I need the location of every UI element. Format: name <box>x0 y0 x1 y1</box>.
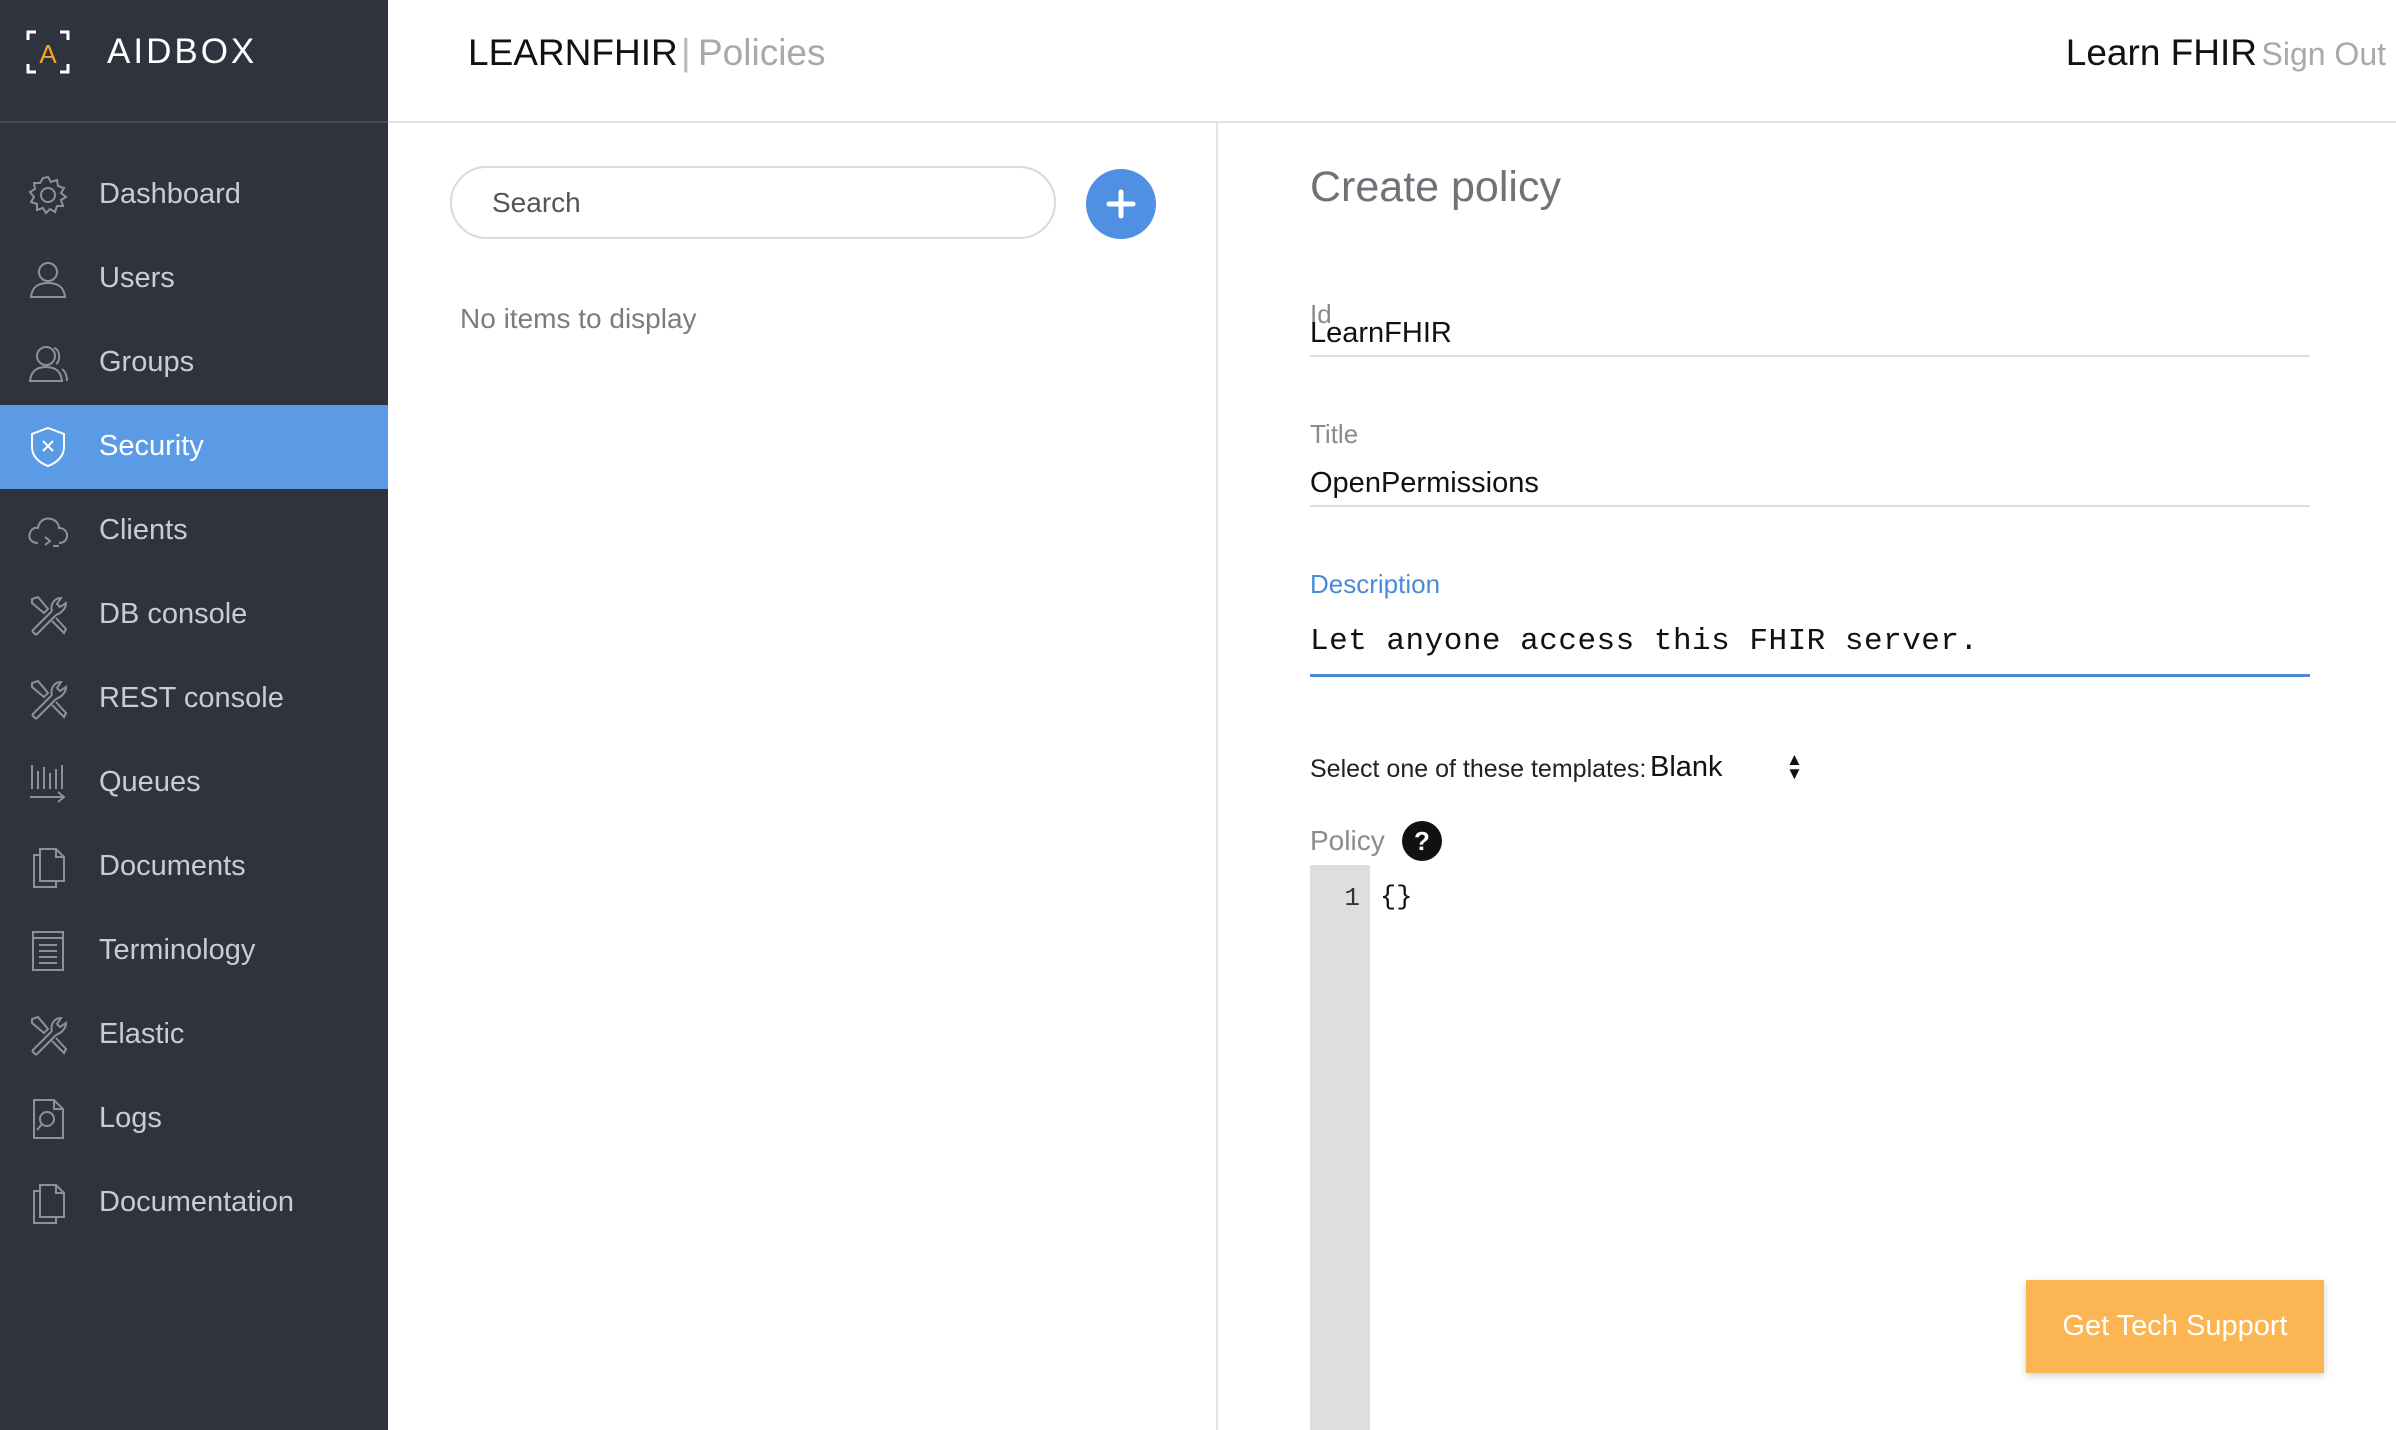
sidebar-item-users[interactable]: Users <box>0 237 388 321</box>
id-field[interactable] <box>1310 311 2310 357</box>
search-input[interactable] <box>450 166 1056 239</box>
brand-name: AIDBOX <box>107 32 258 71</box>
title-label: Title <box>1310 419 1359 449</box>
header: LEARNFHIR | Policies Learn FHIR Sign Out <box>388 0 2396 123</box>
book-icon <box>32 931 64 971</box>
documents-icon <box>33 1184 65 1224</box>
empty-list-message: No items to display <box>460 303 697 334</box>
sidebar-item-queues[interactable]: Queues <box>0 741 388 825</box>
page-subtitle: Policies <box>698 32 826 73</box>
sidebar-item-documents[interactable]: Documents <box>0 825 388 909</box>
plus-icon <box>1106 189 1136 219</box>
template-select[interactable]: Blank <box>1650 751 1723 784</box>
gear-icon <box>28 175 68 215</box>
cloud-icon <box>28 517 69 547</box>
logo-letter: A <box>39 39 57 69</box>
policy-list-panel: No items to display <box>388 123 1218 1430</box>
sidebar-item-logs[interactable]: Logs <box>0 1077 388 1161</box>
sidebar-item-documentation[interactable]: Documentation <box>0 1161 388 1245</box>
policy-label: Policy <box>1310 825 1385 856</box>
template-select-label: Select one of these templates: <box>1310 755 1647 783</box>
sidebar-item-label: Groups <box>99 346 195 378</box>
sidebar-item-label: Clients <box>99 514 188 546</box>
queue-icon <box>30 765 66 803</box>
sidebar-item-label: Dashboard <box>99 178 241 210</box>
add-policy-button[interactable] <box>1086 169 1156 239</box>
sidebar-item-terminology[interactable]: Terminology <box>0 909 388 993</box>
sidebar-nav: Dashboard Users Groups Security Clients … <box>0 153 388 1245</box>
sidebar-item-label: Users <box>99 262 175 294</box>
documents-icon <box>33 848 65 888</box>
tools-icon <box>31 679 68 720</box>
tools-icon <box>31 1015 68 1056</box>
sidebar-item-db-console[interactable]: DB console <box>0 573 388 657</box>
sidebar-item-label: Logs <box>99 1102 162 1134</box>
sidebar-item-label: REST console <box>99 682 284 714</box>
sidebar-item-clients[interactable]: Clients <box>0 489 388 573</box>
description-field[interactable] <box>1310 608 2310 677</box>
search-document-icon <box>33 1099 64 1139</box>
sign-out-link[interactable]: Sign Out <box>2261 36 2386 73</box>
sidebar-item-label: Security <box>99 430 204 462</box>
create-policy-form: Create policy Id Title Description Selec… <box>1218 123 2396 1430</box>
user-icon <box>29 262 67 298</box>
page-title: LEARNFHIR <box>468 32 678 73</box>
sidebar-item-groups[interactable]: Groups <box>0 321 388 405</box>
code-line: {} <box>1380 883 1413 913</box>
sidebar-item-label: Documents <box>99 850 246 882</box>
sidebar: A AIDBOX Dashboard Users Groups Security… <box>0 0 388 1430</box>
sidebar-item-label: DB console <box>99 598 248 630</box>
sidebar-item-label: Elastic <box>99 1018 185 1050</box>
title-separator: | <box>681 32 691 73</box>
help-icon[interactable]: ? <box>1402 821 1442 861</box>
sidebar-item-elastic[interactable]: Elastic <box>0 993 388 1077</box>
tools-icon <box>31 595 68 636</box>
line-number: 1 <box>1344 883 1360 913</box>
editor-gutter: 1 <box>1310 865 1370 1430</box>
title-field[interactable] <box>1310 461 2310 507</box>
sidebar-item-label: Terminology <box>99 934 256 966</box>
sidebar-item-label: Queues <box>99 766 201 798</box>
brand[interactable]: A AIDBOX <box>0 0 388 123</box>
sidebar-item-label: Documentation <box>99 1186 295 1218</box>
sidebar-item-rest-console[interactable]: REST console <box>0 657 388 741</box>
aidbox-logo-icon: A <box>26 30 70 74</box>
form-title: Create policy <box>1310 163 1561 211</box>
sidebar-item-dashboard[interactable]: Dashboard <box>0 153 388 237</box>
get-tech-support-button[interactable]: Get Tech Support <box>2026 1280 2324 1373</box>
sidebar-item-security[interactable]: Security <box>0 405 388 489</box>
user-group-icon <box>28 346 68 382</box>
description-label: Description <box>1310 569 1441 599</box>
shield-icon <box>31 426 65 468</box>
select-arrows-icon[interactable]: ▲ ▼ <box>1786 751 1803 782</box>
current-user: Learn FHIR <box>2065 32 2257 73</box>
